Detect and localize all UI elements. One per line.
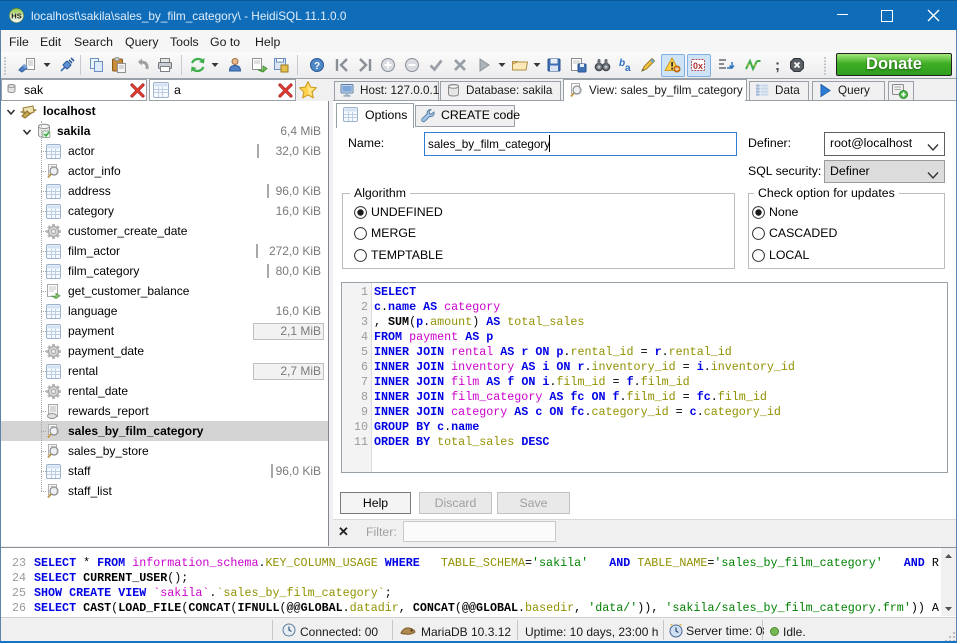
- svg-text:?: ?: [314, 61, 320, 72]
- svg-text:0x: 0x: [693, 61, 703, 71]
- svg-text:a: a: [625, 63, 631, 73]
- svg-text:HS: HS: [11, 12, 21, 21]
- svg-text:;: ;: [775, 57, 780, 73]
